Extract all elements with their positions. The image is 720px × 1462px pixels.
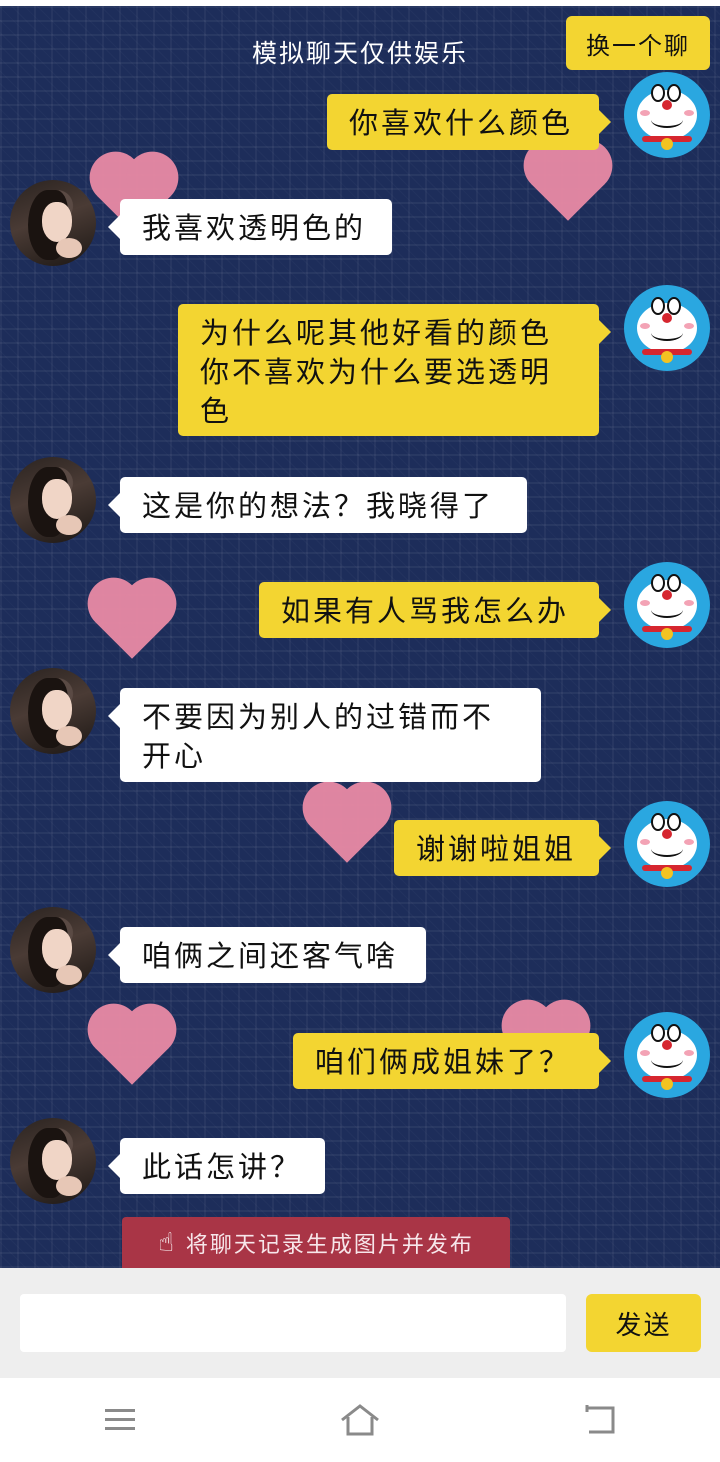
girl-avatar[interactable] (10, 457, 96, 543)
girl-avatar[interactable] (10, 180, 96, 266)
girl-avatar[interactable] (10, 1118, 96, 1204)
back-button[interactable] (570, 1395, 630, 1445)
navigation-bar (0, 1378, 720, 1462)
doraemon-avatar[interactable] (624, 1012, 710, 1098)
girl-avatar[interactable] (10, 907, 96, 993)
outgoing-message: 咱们俩成姐妹了？ (293, 1033, 611, 1089)
heart-decoration (531, 147, 605, 221)
doraemon-avatar[interactable] (624, 562, 710, 648)
heart-decoration (95, 1011, 169, 1085)
doraemon-avatar[interactable] (624, 801, 710, 887)
pointing-hand-icon: ☝ (158, 1228, 176, 1258)
outgoing-message: 谢谢啦姐姐 (394, 820, 611, 876)
menu-button[interactable] (90, 1395, 150, 1445)
outgoing-message: 你喜欢什么颜色 (327, 94, 611, 150)
input-bar: 发送 (0, 1268, 720, 1378)
incoming-message: 这是你的想法？我晓得了 (108, 477, 527, 533)
status-bar-strip (0, 0, 720, 6)
incoming-message: 我喜欢透明色的 (108, 199, 392, 255)
incoming-message: 此话怎讲？ (108, 1138, 325, 1194)
girl-avatar[interactable] (10, 668, 96, 754)
incoming-message: 咱俩之间还客气啥 (108, 927, 426, 983)
publish-chat-button[interactable]: ☝ 将聊天记录生成图片并发布 (122, 1217, 510, 1268)
publish-label: 将聊天记录生成图片并发布 (185, 1233, 474, 1258)
heart-decoration (310, 789, 384, 863)
doraemon-avatar[interactable] (624, 285, 710, 371)
chat-area[interactable]: 模拟聊天仅供娱乐 换一个聊 你喜欢什么颜色 我喜欢透明色的 为什么呢其他好看的颜… (0, 0, 720, 1268)
message-input[interactable] (20, 1294, 566, 1352)
home-button[interactable] (330, 1395, 390, 1445)
switch-chat-button[interactable]: 换一个聊 (566, 16, 710, 70)
outgoing-message: 为什么呢其他好看的颜色你不喜欢为什么要选透明色 (178, 304, 611, 436)
send-button[interactable]: 发送 (586, 1294, 701, 1352)
doraemon-avatar[interactable] (624, 72, 710, 158)
heart-decoration (95, 585, 169, 659)
menu-icon (105, 1409, 135, 1430)
back-icon (585, 1405, 615, 1434)
incoming-message: 不要因为别人的过错而不开心 (108, 688, 541, 782)
home-icon (341, 1404, 379, 1436)
outgoing-message: 如果有人骂我怎么办 (259, 582, 611, 638)
